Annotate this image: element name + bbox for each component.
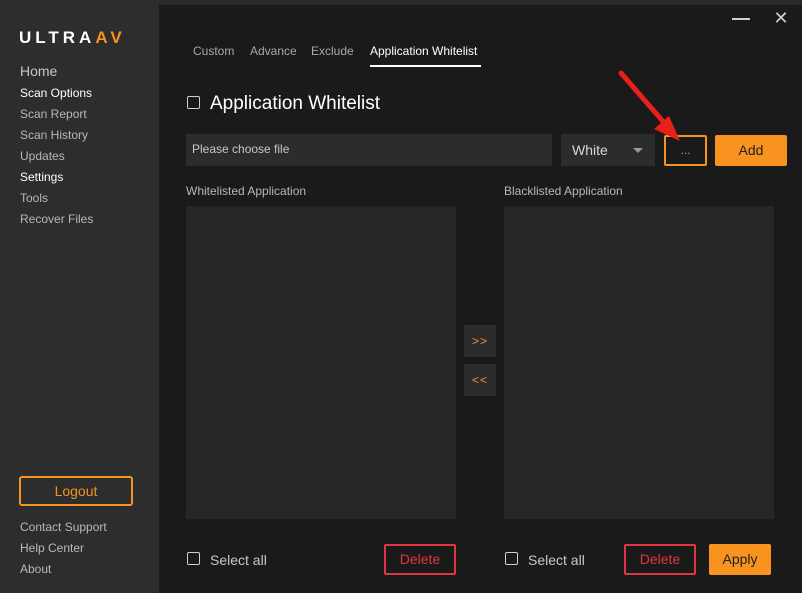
sidebar-item-tools[interactable]: Tools <box>20 188 93 209</box>
sidebar: ULTRAAV Home Scan Options Scan Report Sc… <box>0 0 159 593</box>
whitelist-select-all-checkbox[interactable] <box>187 552 200 565</box>
sidebar-item-home[interactable]: Home <box>20 62 93 80</box>
sidebar-item-scan-options[interactable]: Scan Options <box>20 83 93 104</box>
tab-advance[interactable]: Advance <box>250 44 297 58</box>
whitelist-select-all-label: Select all <box>210 552 267 568</box>
sidebar-item-scan-history[interactable]: Scan History <box>20 125 93 146</box>
whitelist-label: Whitelisted Application <box>186 184 307 198</box>
active-tab-indicator <box>370 65 481 67</box>
add-button[interactable]: Add <box>715 135 787 166</box>
file-path-input[interactable]: Please choose file <box>186 134 552 166</box>
contact-support-link[interactable]: Contact Support <box>20 517 107 538</box>
tab-application-whitelist[interactable]: Application Whitelist <box>370 44 477 58</box>
sidebar-nav: Home Scan Options Scan Report Scan Histo… <box>20 62 93 230</box>
logout-button[interactable]: Logout <box>19 476 133 506</box>
help-center-link[interactable]: Help Center <box>20 538 107 559</box>
sidebar-item-settings[interactable]: Settings <box>20 167 93 188</box>
sidebar-footer: Contact Support Help Center About <box>20 517 107 580</box>
whitelist-delete-button[interactable]: Delete <box>384 544 456 575</box>
blacklist-list[interactable] <box>504 206 774 519</box>
minimize-button[interactable] <box>730 8 752 28</box>
tab-exclude[interactable]: Exclude <box>311 44 354 58</box>
move-to-whitelist-button[interactable]: << <box>464 364 496 396</box>
sidebar-item-updates[interactable]: Updates <box>20 146 93 167</box>
blacklist-select-all-label: Select all <box>528 552 585 568</box>
chevron-down-icon <box>633 148 643 153</box>
apply-button[interactable]: Apply <box>709 544 771 575</box>
whitelist-list[interactable] <box>186 206 456 519</box>
section-title: Application Whitelist <box>210 93 381 114</box>
list-type-select[interactable]: White <box>561 134 655 166</box>
enable-whitelist-checkbox[interactable] <box>187 96 200 109</box>
browse-button[interactable]: ... <box>664 135 707 166</box>
app-logo: ULTRAAV <box>19 28 126 47</box>
sidebar-item-recover-files[interactable]: Recover Files <box>20 209 93 230</box>
move-to-blacklist-button[interactable]: >> <box>464 325 496 357</box>
minimize-icon <box>732 18 750 20</box>
about-link[interactable]: About <box>20 559 107 580</box>
sidebar-item-scan-report[interactable]: Scan Report <box>20 104 93 125</box>
blacklist-select-all-checkbox[interactable] <box>505 552 518 565</box>
blacklist-delete-button[interactable]: Delete <box>624 544 696 575</box>
close-icon: ✕ <box>773 8 789 28</box>
blacklist-label: Blacklisted Application <box>504 184 623 198</box>
close-button[interactable]: ✕ <box>770 8 792 28</box>
title-bar <box>159 0 802 5</box>
tab-custom[interactable]: Custom <box>193 44 234 58</box>
list-type-value: White <box>572 142 608 158</box>
